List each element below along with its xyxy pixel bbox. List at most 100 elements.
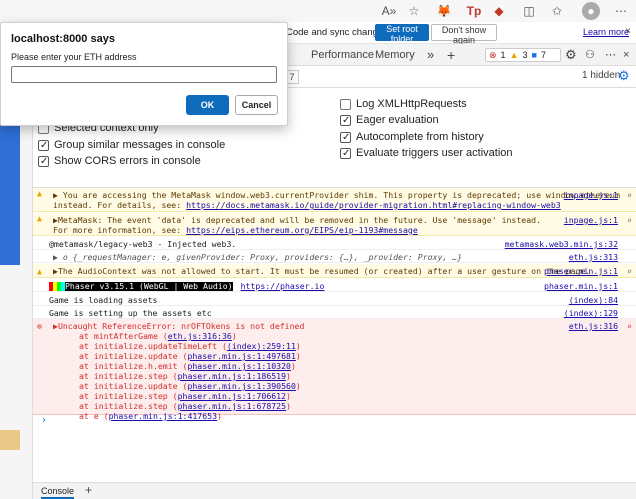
source-link[interactable]: phaser.min.js:1 [544,281,618,291]
set-root-folder-button[interactable]: Set root folder [375,24,429,44]
error-count: 1 [500,50,506,60]
browser-toolbar: A» ☆ 🦊 Tp ◆ ◫ ✩ ● ⋯ [0,0,636,22]
show-cors-checkbox[interactable]: Show CORS errors in console [38,153,201,170]
stack-frame-text: at mintAfterGame ( [79,331,168,341]
message-link[interactable]: https://docs.metamask.io/guide/provider-… [186,200,561,210]
eager-evaluation-checkbox[interactable]: Eager evaluation [340,112,439,129]
checkbox-label: Evaluate triggers user activation [356,147,513,159]
extension-tp-icon[interactable]: Tp [465,2,483,20]
close-devtools-icon[interactable]: × [617,44,635,66]
log-xhr-checkbox[interactable]: Log XMLHttpRequests [340,96,467,112]
console-prompt[interactable]: › [33,415,636,427]
dialog-title: localhost:8000 says [11,33,115,45]
warning-count: 3 [522,50,528,60]
split-screen-icon[interactable]: ◫ [520,2,538,20]
source-link[interactable]: metamask.web3.min.js:32 [505,239,618,249]
add-tab-icon[interactable]: + [441,44,461,66]
stack-frame: at initialize.updateTimeLeft ((index):25… [79,341,632,351]
avatar[interactable]: ● [582,2,600,20]
checkbox-icon [340,98,351,110]
checkbox-label: Group similar messages in console [54,139,226,151]
stack-frame-text: ) [295,351,301,361]
dont-show-again-button[interactable]: Don't show again [431,24,497,45]
cancel-button[interactable]: Cancel [235,95,278,115]
metamask-extension-icon[interactable]: 🦊 [435,2,453,20]
warning-icon: ▲ [37,188,42,198]
console-settings-gear-icon[interactable]: ⚙ [618,68,630,84]
stack-frame-link[interactable]: eth.js:316:36 [168,331,232,341]
extension-puzzle-icon[interactable]: ◆ [490,2,508,20]
info-count-icon: ■ [531,50,537,60]
stack-frame: at initialize.step (phaser.min.js:1:7066… [79,391,632,401]
close-banner-icon[interactable]: × [625,26,631,37]
source-link[interactable]: inpage.js:1 [564,190,618,200]
page-image-fragment [0,430,20,450]
stack-frame-text: ) [290,361,296,371]
phaser-link[interactable]: https://phaser.io [241,281,325,291]
ok-button[interactable]: OK [186,95,229,115]
search-icon[interactable]: ⌕ [627,215,632,225]
search-icon[interactable]: ⌕ [627,321,632,331]
favorite-icon[interactable]: ☆ [405,2,423,20]
stack-frame-link[interactable]: phaser.min.js:1:390560 [187,381,295,391]
issue-counters[interactable]: ⊗ 1 ▲ 3 ■ 7 [485,48,561,62]
console-log-row: Phaser v3.15.1 (WebGL | Web Audio) https… [33,279,636,292]
autocomplete-history-checkbox[interactable]: Autocomplete from history [340,129,484,146]
stack-frame-text: at initialize.step ( [79,401,178,411]
stack-frame-text: ) [286,371,291,381]
stack-frame-link[interactable]: phaser.min.js:1:706612 [178,391,286,401]
eth-address-input[interactable] [11,66,277,83]
error-icon: ⊗ [37,321,42,331]
search-icon[interactable]: ⌕ [627,266,632,276]
stack-frame-link[interactable]: (index):259:11 [227,341,296,351]
stack-frame-text: at initialize.h.emit ( [79,361,188,371]
message-text: instead. For details, see: [53,200,187,210]
checkbox-label: Autocomplete from history [356,131,484,143]
console-log-row: ▶ o {_requestManager: e, givenProvider: … [33,250,636,263]
stack-frame-link[interactable]: phaser.min.js:1:497681 [187,351,295,361]
warning-icon: ▲ [37,266,42,276]
expand-arrow-icon[interactable]: ▶ [53,252,63,262]
message-text: o {_requestManager: e, givenProvider: Pr… [62,252,463,262]
tab-memory[interactable]: Memory [369,44,421,66]
message-text: MetaMask: The event 'data' is deprecated… [57,215,542,225]
read-aloud-icon[interactable]: A» [380,2,398,20]
stack-frame: at initialize.h.emit (phaser.min.js:1:10… [79,361,632,371]
more-menu-icon[interactable]: ⋯ [612,2,630,20]
drawer-tab-console[interactable]: Console [41,486,75,499]
dialog-message: Please enter your ETH address [11,52,137,62]
message-link[interactable]: https://eips.ethereum.org/EIPS/eip-1193#… [186,225,418,235]
evaluate-triggers-checkbox[interactable]: Evaluate triggers user activation [340,145,513,162]
info-count: 7 [540,50,546,60]
drawer-add-icon[interactable]: + [85,483,92,497]
phaser-banner: Phaser v3.15.1 (WebGL | Web Audio) [65,280,233,291]
source-link[interactable]: inpage.js:1 [564,215,618,225]
more-tabs-icon[interactable]: » [421,44,440,66]
stack-frame-text: at initialize.update ( [79,381,188,391]
source-link[interactable]: eth.js:316 [569,321,618,331]
stack-frame-link[interactable]: phaser.min.js:1:10320 [187,361,291,371]
message-text: Game is setting up the assets etc [49,308,212,318]
source-link[interactable]: phaser.min.js:1 [544,266,618,276]
stack-frame-text: ) [286,391,291,401]
group-similar-checkbox[interactable]: Group similar messages in console [38,137,226,154]
checkbox-label: Log XMLHttpRequests [356,98,467,110]
stack-frame-link[interactable]: phaser.min.js:1:186519 [178,371,286,381]
stack-frame-link[interactable]: phaser.min.js:1:678725 [178,401,286,411]
checkbox-icon [38,138,49,154]
collections-icon[interactable]: ✩ [548,2,566,20]
expand-arrow-icon[interactable]: ▶ [53,190,63,200]
warning-icon: ▲ [37,213,42,223]
learn-more-link[interactable]: Learn more [583,27,629,37]
console-log-row: @metamask/legacy-web3 - Injected web3. m… [33,237,636,250]
source-link[interactable]: (index):129 [564,308,618,318]
console-warning-row: ▲ ▶ You are accessing the MetaMask windo… [33,188,636,212]
source-link[interactable]: eth.js:313 [569,252,618,262]
console-log-row: Game is setting up the assets etc (index… [33,306,636,319]
console-warning-row: ▲ ▶MetaMask: The event 'data' is depreca… [33,213,636,236]
source-link[interactable]: (index):84 [569,295,618,305]
message-text: @metamask/legacy-web3 - Injected web3. [49,239,237,249]
customize-icon[interactable]: ⚇ [579,44,601,66]
checkbox-label: Show CORS errors in console [54,155,201,167]
search-icon[interactable]: ⌕ [627,190,632,200]
